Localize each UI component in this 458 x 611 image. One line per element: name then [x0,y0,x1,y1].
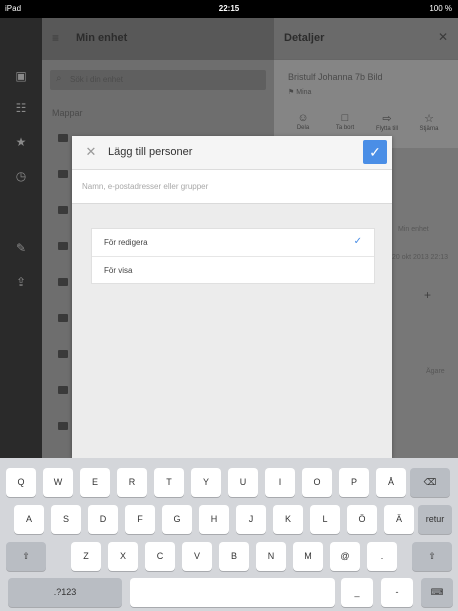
folder-icon[interactable] [58,134,68,142]
folder-icon[interactable] [58,242,68,250]
status-bar: iPad 22:15 100 % [0,0,458,18]
key-l[interactable]: L [310,505,340,534]
key-å[interactable]: Å [376,468,406,497]
pin-icon[interactable]: ✎ [13,240,29,256]
folder-icon[interactable]: ▣ [13,68,29,84]
hide-keyboard-key[interactable]: ⌨ [421,578,453,607]
key-ö[interactable]: Ö [347,505,377,534]
search-field[interactable]: ⌕ Sök i din enhet [50,70,266,90]
key-ä[interactable]: Ä [384,505,414,534]
confirm-button[interactable]: ✓ [363,140,387,164]
dialog-header: ✕ Lägg till personer ✓ [72,136,392,170]
star-icon[interactable]: ★ [13,134,29,150]
key-g[interactable]: G [162,505,192,534]
clock-icon[interactable]: ◷ [13,168,29,184]
key-o[interactable]: O [302,468,332,497]
key-u[interactable]: U [228,468,258,497]
backspace-key[interactable]: ⌫ [410,468,450,497]
shift-key-right[interactable]: ⇧ [412,542,452,571]
add-people-dialog: ✕ Lägg till personer ✓ För redigera ✓ Fö… [72,136,392,458]
key-x[interactable]: X [108,542,138,571]
battery-label: 100 % [429,4,452,13]
key-@[interactable]: @ [330,542,360,571]
key-p[interactable]: P [339,468,369,497]
permission-label: För redigera [104,238,148,247]
file-name: Bristulf Johanna 7b Bild [288,72,383,82]
key-r[interactable]: R [117,468,147,497]
people-icon[interactable]: ☷ [13,100,29,116]
key-b[interactable]: B [219,542,249,571]
underscore-key[interactable]: _ [341,578,373,607]
owner-role: Ägare [426,368,445,375]
upload-icon[interactable]: ⇪ [13,274,29,290]
key-z[interactable]: Z [71,542,101,571]
menu-icon[interactable]: ≡ [52,31,59,45]
folder-icon[interactable] [58,422,68,430]
numbers-key[interactable]: .?123 [8,578,122,607]
folders-section-label: Mappar [52,108,83,118]
key-e[interactable]: E [80,468,110,497]
close-icon[interactable]: ✕ [438,30,448,44]
folder-icon[interactable] [58,206,68,214]
folder-icon[interactable] [58,386,68,394]
nav-rail: ▣ ☷ ★ ◷ ✎ ⇪ [0,18,42,458]
key-v[interactable]: V [182,542,212,571]
delete-button[interactable]: □ Ta bort [330,112,360,131]
key-k[interactable]: K [273,505,303,534]
dialog-title: Lägg till personer [108,146,193,158]
folder-icon[interactable] [58,278,68,286]
key-a[interactable]: A [14,505,44,534]
details-header: Detaljer ✕ [274,18,458,60]
checkmark-icon: ✓ [369,144,381,160]
key-d[interactable]: D [88,505,118,534]
permission-option-view[interactable]: För visa [92,256,374,283]
permission-label: För visa [104,266,133,275]
folder-icon[interactable] [58,170,68,178]
list-title: Min enhet [76,32,128,44]
key-y[interactable]: Y [191,468,221,497]
space-key[interactable] [130,578,335,607]
owner-label: ⚑ Mina [288,89,312,96]
details-title: Detaljer [284,32,325,44]
key-.[interactable]: . [367,542,397,571]
key-t[interactable]: T [154,468,184,497]
star-button[interactable]: ☆ Stjärna [414,112,444,132]
shift-key-left[interactable]: ⇧ [6,542,46,571]
key-n[interactable]: N [256,542,286,571]
key-s[interactable]: S [51,505,81,534]
key-m[interactable]: M [293,542,323,571]
move-button[interactable]: ⇨ Flytta till [372,112,402,132]
list-header: ≡ Min enhet [42,18,274,60]
key-h[interactable]: H [199,505,229,534]
key-w[interactable]: W [43,468,73,497]
search-icon: ⌕ [56,73,62,84]
key-q[interactable]: Q [6,468,36,497]
folder-icon[interactable] [58,314,68,322]
add-icon[interactable]: + [424,288,431,302]
key-j[interactable]: J [236,505,266,534]
people-input[interactable] [72,170,392,204]
close-icon[interactable]: ✕ [84,145,98,159]
dash-key[interactable]: - [381,578,413,607]
search-placeholder: Sök i din enhet [70,75,123,84]
location-label: Min enhet [398,226,429,233]
key-i[interactable]: I [265,468,295,497]
permission-list: För redigera ✓ För visa [91,228,375,284]
folder-icon[interactable] [58,350,68,358]
key-f[interactable]: F [125,505,155,534]
clock-label: 22:15 [218,4,240,13]
return-key[interactable]: retur [418,505,452,534]
share-button[interactable]: ☺ Dela [288,112,318,131]
onscreen-keyboard: Q W E R T Y U I O P Å A S D F G H J K L Ö Ä Z X C V B N M @. ⌫ retur … [0,458,458,611]
key-c[interactable]: C [145,542,175,571]
modified-date: 20 okt 2013 22:13 [392,254,449,261]
permission-option-edit[interactable]: För redigera ✓ [92,229,374,256]
checkmark-icon: ✓ [353,236,362,247]
file-card: Bristulf Johanna 7b Bild ⚑ Mina ☺ Dela □ T… [274,60,458,148]
